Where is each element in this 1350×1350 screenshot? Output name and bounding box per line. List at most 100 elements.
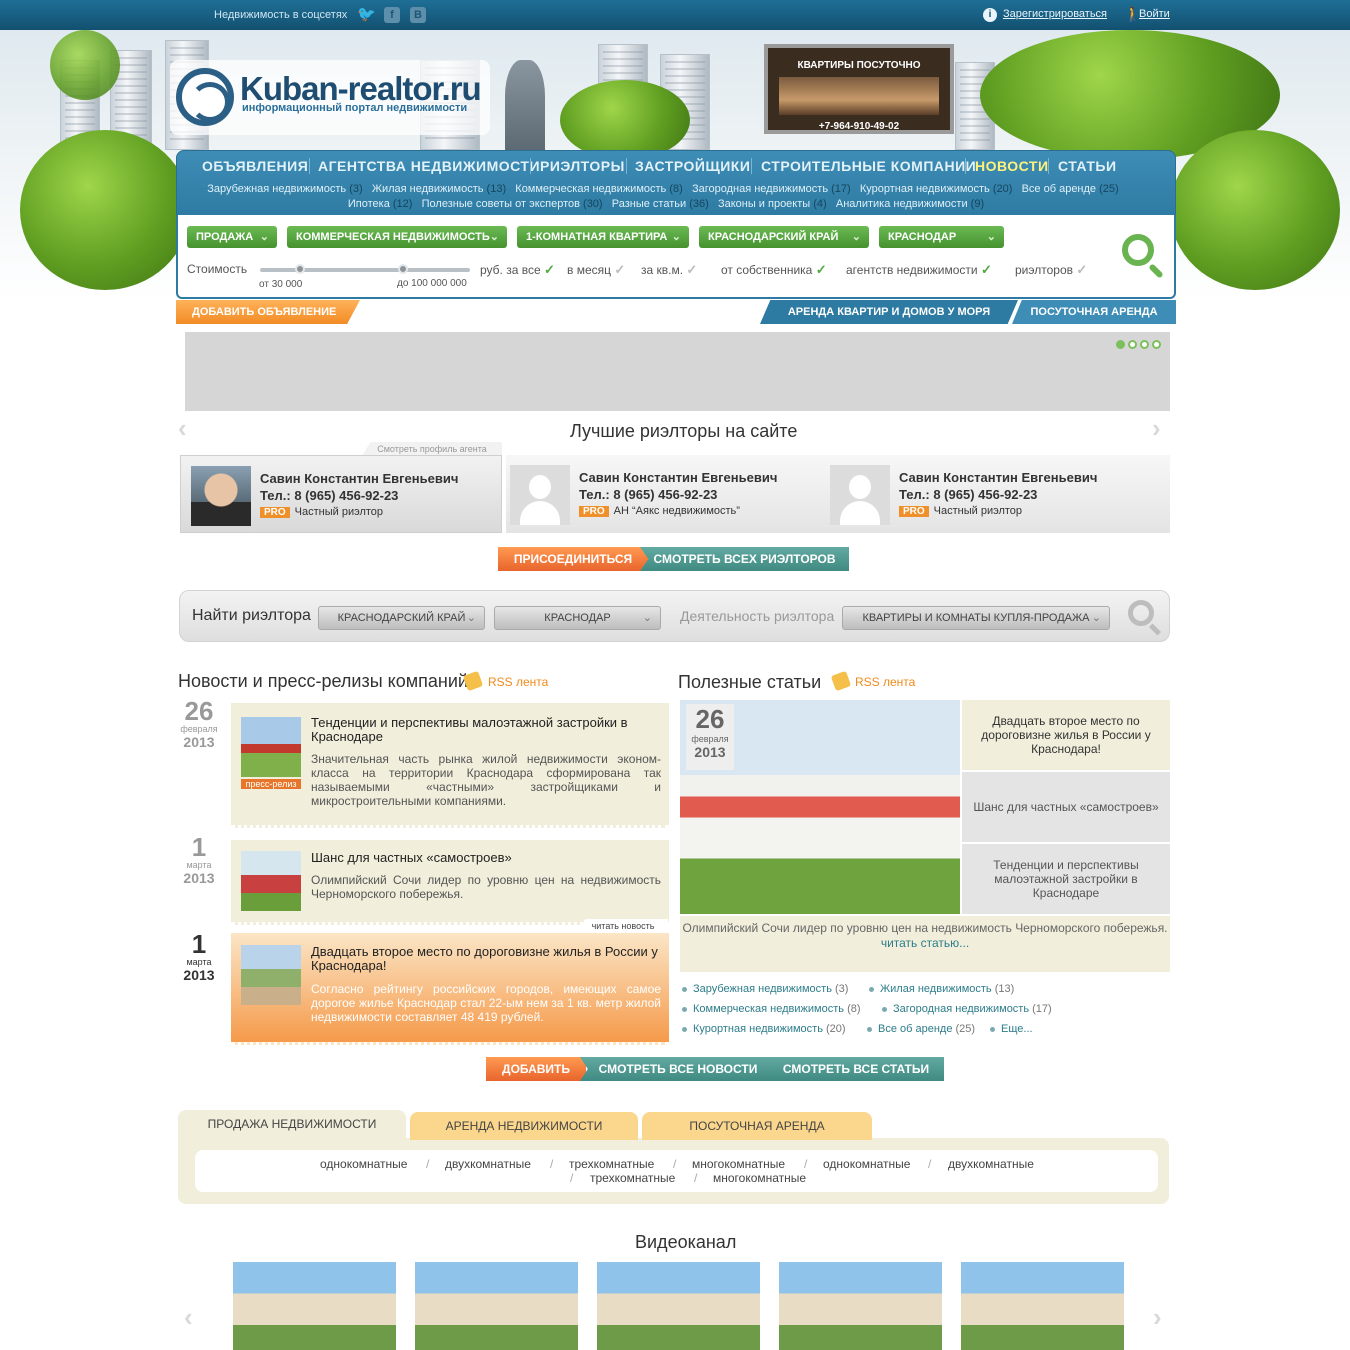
news-title-link[interactable]: Тенденции и перспективы малоэтажной заст…: [311, 716, 661, 744]
prev-arrow-icon[interactable]: ‹: [184, 1302, 193, 1333]
slider-dot[interactable]: [1152, 340, 1161, 349]
sub-nav-item[interactable]: Все об аренде (25): [1022, 183, 1119, 195]
realtor-card[interactable]: Савин Константин Евгеньевич Тел.: 8 (965…: [180, 455, 502, 533]
next-arrow-icon[interactable]: ›: [1153, 1302, 1162, 1333]
realtor-card[interactable]: Савин Константин Евгеньевич Тел.: 8 (965…: [826, 455, 1170, 533]
more-categories-link[interactable]: Еще...: [990, 1023, 1033, 1035]
deal-type-dropdown[interactable]: ПРОДАЖА ⌄: [187, 226, 277, 248]
unit-option-month[interactable]: в месяц ✓: [567, 262, 625, 278]
video-thumbnail[interactable]: [233, 1262, 396, 1350]
slider-dot[interactable]: [1140, 340, 1149, 349]
tab-daily-rent[interactable]: ПОСУТОЧНАЯ АРЕНДА: [642, 1112, 872, 1140]
sub-nav-item[interactable]: Аналитика недвижимости (9): [836, 198, 984, 210]
prev-arrow-icon[interactable]: ‹: [178, 413, 187, 444]
sub-nav-item[interactable]: Загородная недвижимость (17): [692, 183, 851, 195]
tab-link[interactable]: многокомнатные: [692, 1157, 785, 1171]
login-link[interactable]: Войти: [1139, 8, 1170, 20]
price-min-handle[interactable]: [295, 264, 305, 274]
news-item[interactable]: Шанс для частных «самостроев» Олимпийски…: [231, 840, 669, 925]
add-news-button[interactable]: ДОБАВИТЬ: [486, 1057, 586, 1081]
sub-nav-item[interactable]: Курортная недвижимость (20): [860, 183, 1013, 195]
twitter-icon[interactable]: 🐦: [357, 7, 376, 23]
source-option-owner[interactable]: от собственника ✓: [721, 262, 827, 278]
daily-rent-button[interactable]: ПОСУТОЧНАЯ АРЕНДА: [1012, 300, 1176, 324]
facebook-icon[interactable]: f: [384, 7, 400, 23]
price-range-slider[interactable]: [260, 268, 470, 272]
tab-link[interactable]: двухкомнатные: [445, 1157, 531, 1171]
article-link[interactable]: Тенденции и перспективы малоэтажной заст…: [962, 844, 1170, 914]
banner-slider[interactable]: [185, 332, 1170, 411]
sub-nav-item[interactable]: Коммерческая недвижимость (8): [515, 183, 683, 195]
sub-nav-item[interactable]: Законы и проекты (4): [718, 198, 827, 210]
nav-item-construction[interactable]: СТРОИТЕЛЬНЫЕ КОМПАНИИ: [761, 158, 976, 174]
category-link[interactable]: Коммерческая недвижимость (8): [682, 1003, 861, 1015]
nav-item-realtors[interactable]: РИЭЛТОРЫ: [540, 158, 625, 174]
read-article-link[interactable]: читать статью...: [680, 936, 1170, 951]
slider-dot[interactable]: [1128, 340, 1137, 349]
category-link[interactable]: Загородная недвижимость (17): [882, 1003, 1052, 1015]
news-item[interactable]: пресс-релиз Тенденции и перспективы мало…: [231, 703, 669, 828]
sea-rent-button[interactable]: АРЕНДА КВАРТИР И ДОМОВ У МОРЯ: [760, 300, 1018, 324]
rooms-dropdown[interactable]: 1-КОМНАТНАЯ КВАРТИРА ⌄: [517, 226, 689, 248]
next-arrow-icon[interactable]: ›: [1152, 413, 1161, 444]
sub-nav-item[interactable]: Зарубежная недвижимость (3): [207, 183, 362, 195]
category-link[interactable]: Все об аренде (25): [867, 1023, 975, 1035]
news-title-link[interactable]: Двадцать второе место по дороговизне жил…: [311, 945, 661, 973]
tab-link[interactable]: однокомнатные: [320, 1157, 407, 1171]
find-city-select[interactable]: КРАСНОДАР ⌄: [494, 606, 661, 630]
tab-link[interactable]: трехкомнатные: [590, 1171, 675, 1185]
unit-option-total[interactable]: руб. за все ✓: [480, 262, 555, 278]
register-link[interactable]: Зарегистрироваться: [1003, 8, 1107, 20]
source-option-realtors[interactable]: риэлторов ✓: [1015, 262, 1087, 278]
add-ad-button[interactable]: ДОБАВИТЬ ОБЪЯВЛЕНИЕ: [176, 300, 360, 324]
sub-nav-item[interactable]: Жилая недвижимость (13): [372, 183, 506, 195]
news-item[interactable]: Двадцать второе место по дороговизне жил…: [231, 933, 669, 1045]
category-link[interactable]: Курортная недвижимость (20): [682, 1023, 846, 1035]
read-news-tag[interactable]: читать новость: [578, 919, 668, 933]
article-link[interactable]: Шанс для частных «самостроев»: [962, 772, 1170, 842]
search-icon[interactable]: [1128, 600, 1154, 626]
nav-item-articles[interactable]: СТАТЬИ: [1058, 158, 1117, 174]
all-articles-button[interactable]: СМОТРЕТЬ ВСЕ СТАТЬИ: [768, 1057, 944, 1081]
tab-link[interactable]: двухкомнатные: [948, 1157, 1034, 1171]
all-news-button[interactable]: СМОТРЕТЬ ВСЕ НОВОСТИ: [580, 1057, 776, 1081]
video-thumbnail[interactable]: [415, 1262, 578, 1350]
search-icon[interactable]: [1122, 234, 1154, 266]
realtor-card[interactable]: Савин Константин Евгеньевич Тел.: 8 (965…: [506, 455, 828, 533]
articles-rss-link[interactable]: RSS лента: [855, 675, 915, 689]
nav-item-developers[interactable]: ЗАСТРОЙЩИКИ: [635, 158, 750, 174]
tab-rent[interactable]: АРЕНДА НЕДВИЖИМОСТИ: [410, 1112, 638, 1140]
news-title-link[interactable]: Шанс для частных «самостроев»: [311, 851, 661, 865]
property-type-dropdown[interactable]: КОММЕРЧЕСКАЯ НЕДВИЖИМОСТЬ ⌄: [287, 226, 507, 248]
price-max-handle[interactable]: [398, 264, 408, 274]
vkontakte-icon[interactable]: B: [410, 7, 426, 23]
source-option-agencies[interactable]: агентств недвижимости ✓: [846, 262, 992, 278]
find-activity-select[interactable]: КВАРТИРЫ И КОМНАТЫ КУПЛЯ-ПРОДАЖА ⌄: [842, 606, 1110, 630]
news-rss-link[interactable]: RSS лента: [488, 675, 548, 689]
find-region-select[interactable]: КРАСНОДАРСКИЙ КРАЙ ⌄: [318, 606, 485, 630]
sub-nav-item[interactable]: Разные статьи (36): [612, 198, 709, 210]
nav-item-ads[interactable]: ОБЪЯВЛЕНИЯ: [202, 158, 308, 174]
unit-option-sqm[interactable]: за кв.м. ✓: [641, 262, 697, 278]
sub-nav-item[interactable]: Ипотека (12): [348, 198, 413, 210]
billboard-ad[interactable]: КВАРТИРЫ ПОСУТОЧНО +7-964-910-49-02: [764, 44, 954, 134]
category-link[interactable]: Зарубежная недвижимость (3): [682, 983, 848, 995]
tab-link[interactable]: трехкомнатные: [569, 1157, 654, 1171]
view-profile-tab[interactable]: Смотреть профиль агента: [362, 442, 502, 456]
city-dropdown[interactable]: КРАСНОДАР ⌄: [879, 226, 1004, 248]
nav-item-news[interactable]: НОВОСТИ: [975, 158, 1049, 174]
see-all-realtors-button[interactable]: СМОТРЕТЬ ВСЕХ РИЭЛТОРОВ: [640, 547, 849, 571]
tab-link[interactable]: однокомнатные: [823, 1157, 910, 1171]
article-link[interactable]: Двадцать второе место по дороговизне жил…: [962, 700, 1170, 770]
video-thumbnail[interactable]: [779, 1262, 942, 1350]
region-dropdown[interactable]: КРАСНОДАРСКИЙ КРАЙ ⌄: [699, 226, 869, 248]
tab-link[interactable]: многокомнатные: [713, 1171, 806, 1185]
category-link[interactable]: Жилая недвижимость (13): [869, 983, 1014, 995]
sub-nav-item[interactable]: Полезные советы от экспертов (30): [422, 198, 603, 210]
video-thumbnail[interactable]: [961, 1262, 1124, 1350]
video-thumbnail[interactable]: [597, 1262, 760, 1350]
slider-dot[interactable]: [1116, 340, 1125, 349]
logo-icon[interactable]: [176, 68, 234, 126]
nav-item-agencies[interactable]: АГЕНТСТВА НЕДВИЖИМОСТИ: [318, 158, 540, 174]
tab-sale[interactable]: ПРОДАЖА НЕДВИЖИМОСТИ: [178, 1110, 406, 1140]
